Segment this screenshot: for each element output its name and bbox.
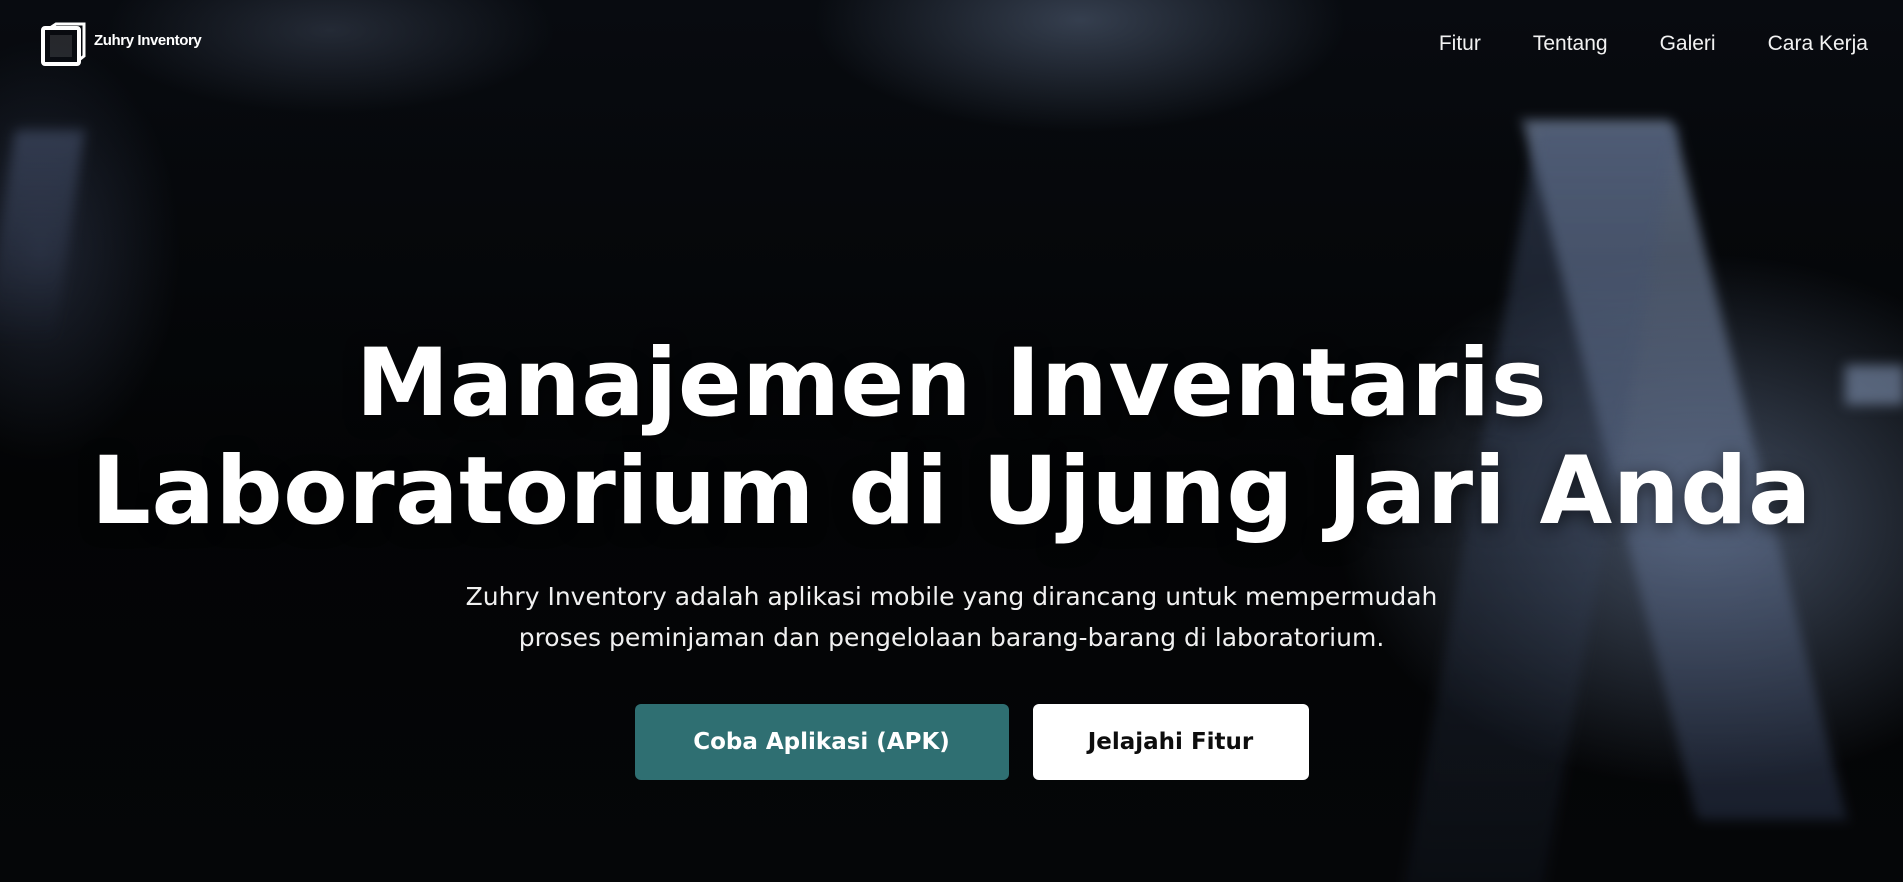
brand-name: Zuhry Inventory	[94, 31, 202, 49]
hero-subtitle-line: Zuhry Inventory adalah aplikasi mobile y…	[465, 582, 1438, 611]
hero-title-line: Manajemen Inventaris	[355, 329, 1548, 438]
hero-subtitle-line: proses peminjaman dan pengelolaan barang…	[518, 623, 1385, 652]
hero-subtitle: Zuhry Inventory adalah aplikasi mobile y…	[0, 576, 1903, 658]
nav-link-fitur[interactable]: Fitur	[1439, 32, 1481, 56]
box-logo-icon	[40, 22, 86, 68]
cta-buttons: Coba Aplikasi (APK) Jelajahi Fitur	[0, 704, 1903, 780]
navbar: Zuhry Inventory Fitur Tentang Galeri Car…	[0, 0, 1903, 92]
nav-link-galeri[interactable]: Galeri	[1660, 32, 1716, 56]
brand-logo-link[interactable]: Zuhry Inventory	[40, 22, 202, 68]
nav-link-tentang[interactable]: Tentang	[1533, 32, 1608, 56]
background-shape	[0, 130, 85, 340]
explore-features-button[interactable]: Jelajahi Fitur	[1032, 704, 1309, 780]
hero-title: Manajemen Inventaris Laboratorium di Uju…	[0, 330, 1903, 546]
hero-title-line: Laboratorium di Ujung Jari Anda	[91, 437, 1812, 546]
hero-section: Zuhry Inventory Fitur Tentang Galeri Car…	[0, 0, 1903, 882]
nav-link-cara-kerja[interactable]: Cara Kerja	[1768, 32, 1868, 56]
try-app-apk-button[interactable]: Coba Aplikasi (APK)	[634, 704, 1009, 780]
nav-menu: Fitur Tentang Galeri Cara Kerja	[1439, 32, 1868, 56]
